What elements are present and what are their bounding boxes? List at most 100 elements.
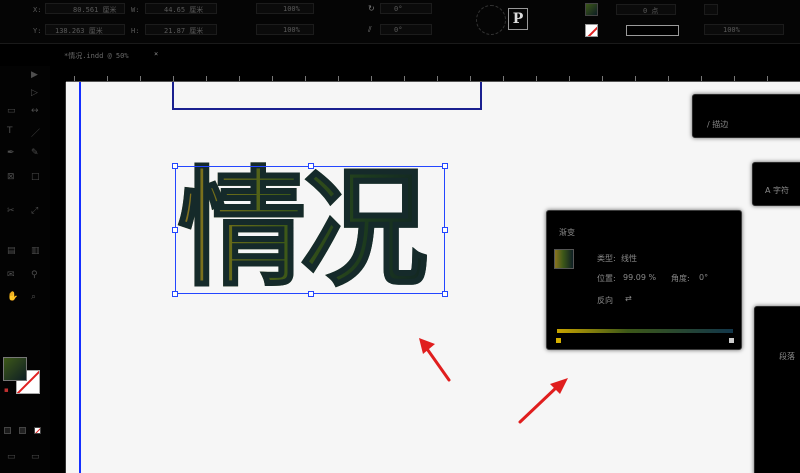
rectangle-frame-tool-icon[interactable]: ⊠	[7, 172, 15, 182]
opacity-field[interactable]: 100%	[704, 24, 784, 35]
selection-handle-bottom-center[interactable]	[308, 291, 314, 297]
ruler-tick	[140, 76, 141, 81]
selection-tool-icon[interactable]: ▶	[31, 70, 38, 80]
ruler-tick	[569, 76, 570, 81]
gradient-swatch-tool-icon[interactable]: ▤	[7, 246, 16, 256]
x-field[interactable]: 80.561 厘米	[45, 3, 125, 14]
ruler-tick	[404, 76, 405, 81]
paragraph-panel[interactable]: 段落	[754, 306, 800, 473]
control-bar: X: 80.561 厘米 W: 44.65 厘米 Y: 138.263 厘米 H…	[0, 0, 800, 44]
h-label: H:	[131, 27, 140, 35]
rotate-icon: ↻	[368, 4, 375, 13]
ruler-tick	[173, 76, 174, 81]
apply-none-icon[interactable]	[34, 427, 41, 434]
apply-gradient-icon[interactable]	[19, 427, 26, 434]
gradient-position-value[interactable]: 99.09 %	[623, 273, 656, 282]
rectangle-tool-icon[interactable]: □	[31, 172, 40, 182]
fx-button[interactable]	[704, 4, 718, 15]
hand-tool-icon[interactable]: ✋	[7, 292, 18, 302]
tools-panel: ▶ ▷ ▭ ↔ T ／ ✒ ✎ ⊠ □ ✂ ⤢ ▤ ▥ ✉ ⚲ ✋ ⌕ ▪ ▭ …	[0, 66, 50, 473]
gradient-angle-value[interactable]: 0°	[699, 273, 708, 282]
scale-y-field[interactable]: 100%	[256, 24, 314, 35]
text-frame-above[interactable]	[172, 82, 482, 110]
default-colors-icon[interactable]: ▪	[4, 386, 9, 394]
ruler-tick	[437, 76, 438, 81]
red-arrow-icon	[518, 378, 568, 424]
selection-handle-middle-right[interactable]	[442, 227, 448, 233]
character-panel[interactable]: A 字符	[752, 162, 800, 206]
gradient-panel-title: 渐变	[559, 228, 575, 237]
stroke-none-icon[interactable]	[585, 24, 598, 37]
w-field[interactable]: 44.65 厘米	[145, 3, 217, 14]
note-tool-icon[interactable]: ✉	[7, 270, 15, 280]
gradient-type-label: 类型:	[597, 254, 616, 263]
selection-bounding-box[interactable]	[172, 163, 448, 297]
document-canvas[interactable]: 情况 / 描边 A 字符 段落 渐变 类型: 线性 位置: 99.09 % 角度…	[66, 82, 800, 473]
gradient-ramp-slider[interactable]	[557, 329, 733, 333]
ruler-tick	[635, 76, 636, 81]
stroke-style-preview[interactable]	[626, 25, 679, 36]
zoom-tool-icon[interactable]: ⌕	[31, 292, 36, 302]
ruler-tick	[371, 76, 372, 81]
preview-mode-icon[interactable]: ▭	[31, 452, 40, 462]
selection-handle-top-center[interactable]	[308, 163, 314, 169]
pen-tool-icon[interactable]: ✒	[7, 148, 15, 158]
y-field[interactable]: 138.263 厘米	[45, 24, 125, 35]
eyedropper-tool-icon[interactable]: ⚲	[31, 270, 38, 280]
type-icon-p[interactable]: P	[508, 8, 528, 30]
reverse-gradient-icon[interactable]: ⇄	[625, 294, 632, 303]
ruler-tick	[668, 76, 669, 81]
apply-color-icon[interactable]	[4, 427, 11, 434]
toolbar-fill-icon[interactable]	[3, 357, 27, 381]
fill-swatch-icon[interactable]	[585, 3, 598, 16]
ruler-tick	[74, 76, 75, 81]
direct-selection-tool-icon[interactable]: ▷	[31, 88, 38, 98]
selection-handle-middle-left[interactable]	[172, 227, 178, 233]
gradient-feather-tool-icon[interactable]: ▥	[31, 246, 40, 256]
w-label: W:	[131, 6, 140, 14]
y-label: Y:	[33, 27, 42, 35]
selection-handle-top-right[interactable]	[442, 163, 448, 169]
x-value: 80.561 厘米	[73, 6, 117, 14]
ruler-tick	[470, 76, 471, 81]
h-field[interactable]: 21.87 厘米	[145, 24, 217, 35]
rotate-field[interactable]: 0°	[380, 3, 432, 14]
scale-x-value: 100%	[283, 5, 300, 13]
free-transform-tool-icon[interactable]: ⤢	[31, 206, 38, 216]
ruler-tick	[767, 76, 768, 81]
type-tool-icon[interactable]: T	[7, 126, 13, 136]
h-value: 21.87 厘米	[164, 27, 204, 35]
gradient-type-value[interactable]: 线性	[621, 253, 637, 264]
gradient-angle-label: 角度:	[671, 274, 690, 283]
selection-handle-top-left[interactable]	[172, 163, 178, 169]
reference-point-icon[interactable]	[476, 5, 506, 35]
line-tool-icon[interactable]: ／	[31, 126, 40, 139]
ruler-tick	[272, 76, 273, 81]
pencil-tool-icon[interactable]: ✎	[31, 148, 39, 158]
gradient-stop-right[interactable]	[729, 338, 734, 343]
page-tool-icon[interactable]: ▭	[7, 106, 16, 116]
close-icon[interactable]: ×	[154, 50, 158, 58]
rotate-value: 0°	[394, 5, 403, 13]
character-panel-label: A 字符	[765, 186, 790, 195]
gap-tool-icon[interactable]: ↔	[31, 106, 39, 116]
ruler-tick	[239, 76, 240, 81]
gradient-panel[interactable]: 渐变 类型: 线性 位置: 99.09 % 角度: 0° 反向 ⇄	[546, 210, 742, 350]
normal-mode-icon[interactable]: ▭	[7, 452, 16, 462]
stroke-panel[interactable]: / 描边	[692, 94, 800, 138]
stroke-panel-label: / 描边	[707, 120, 729, 129]
ruler-tick	[602, 76, 603, 81]
scissors-tool-icon[interactable]: ✂	[7, 206, 15, 216]
vertical-ruler[interactable]	[50, 82, 66, 473]
stroke-weight-field[interactable]: 0 点	[616, 4, 676, 15]
selection-handle-bottom-left[interactable]	[172, 291, 178, 297]
gradient-stop-left[interactable]	[556, 338, 561, 343]
scale-x-field[interactable]: 100%	[256, 3, 314, 14]
horizontal-ruler[interactable]	[66, 68, 800, 82]
x-label: X:	[33, 6, 42, 14]
selection-handle-bottom-right[interactable]	[442, 291, 448, 297]
document-tab-title: *情况.indd @ 50%	[64, 52, 129, 60]
indesign-window: X: 80.561 厘米 W: 44.65 厘米 Y: 138.263 厘米 H…	[0, 0, 800, 473]
gradient-preview-swatch[interactable]	[554, 249, 574, 269]
shear-field[interactable]: 0°	[380, 24, 432, 35]
